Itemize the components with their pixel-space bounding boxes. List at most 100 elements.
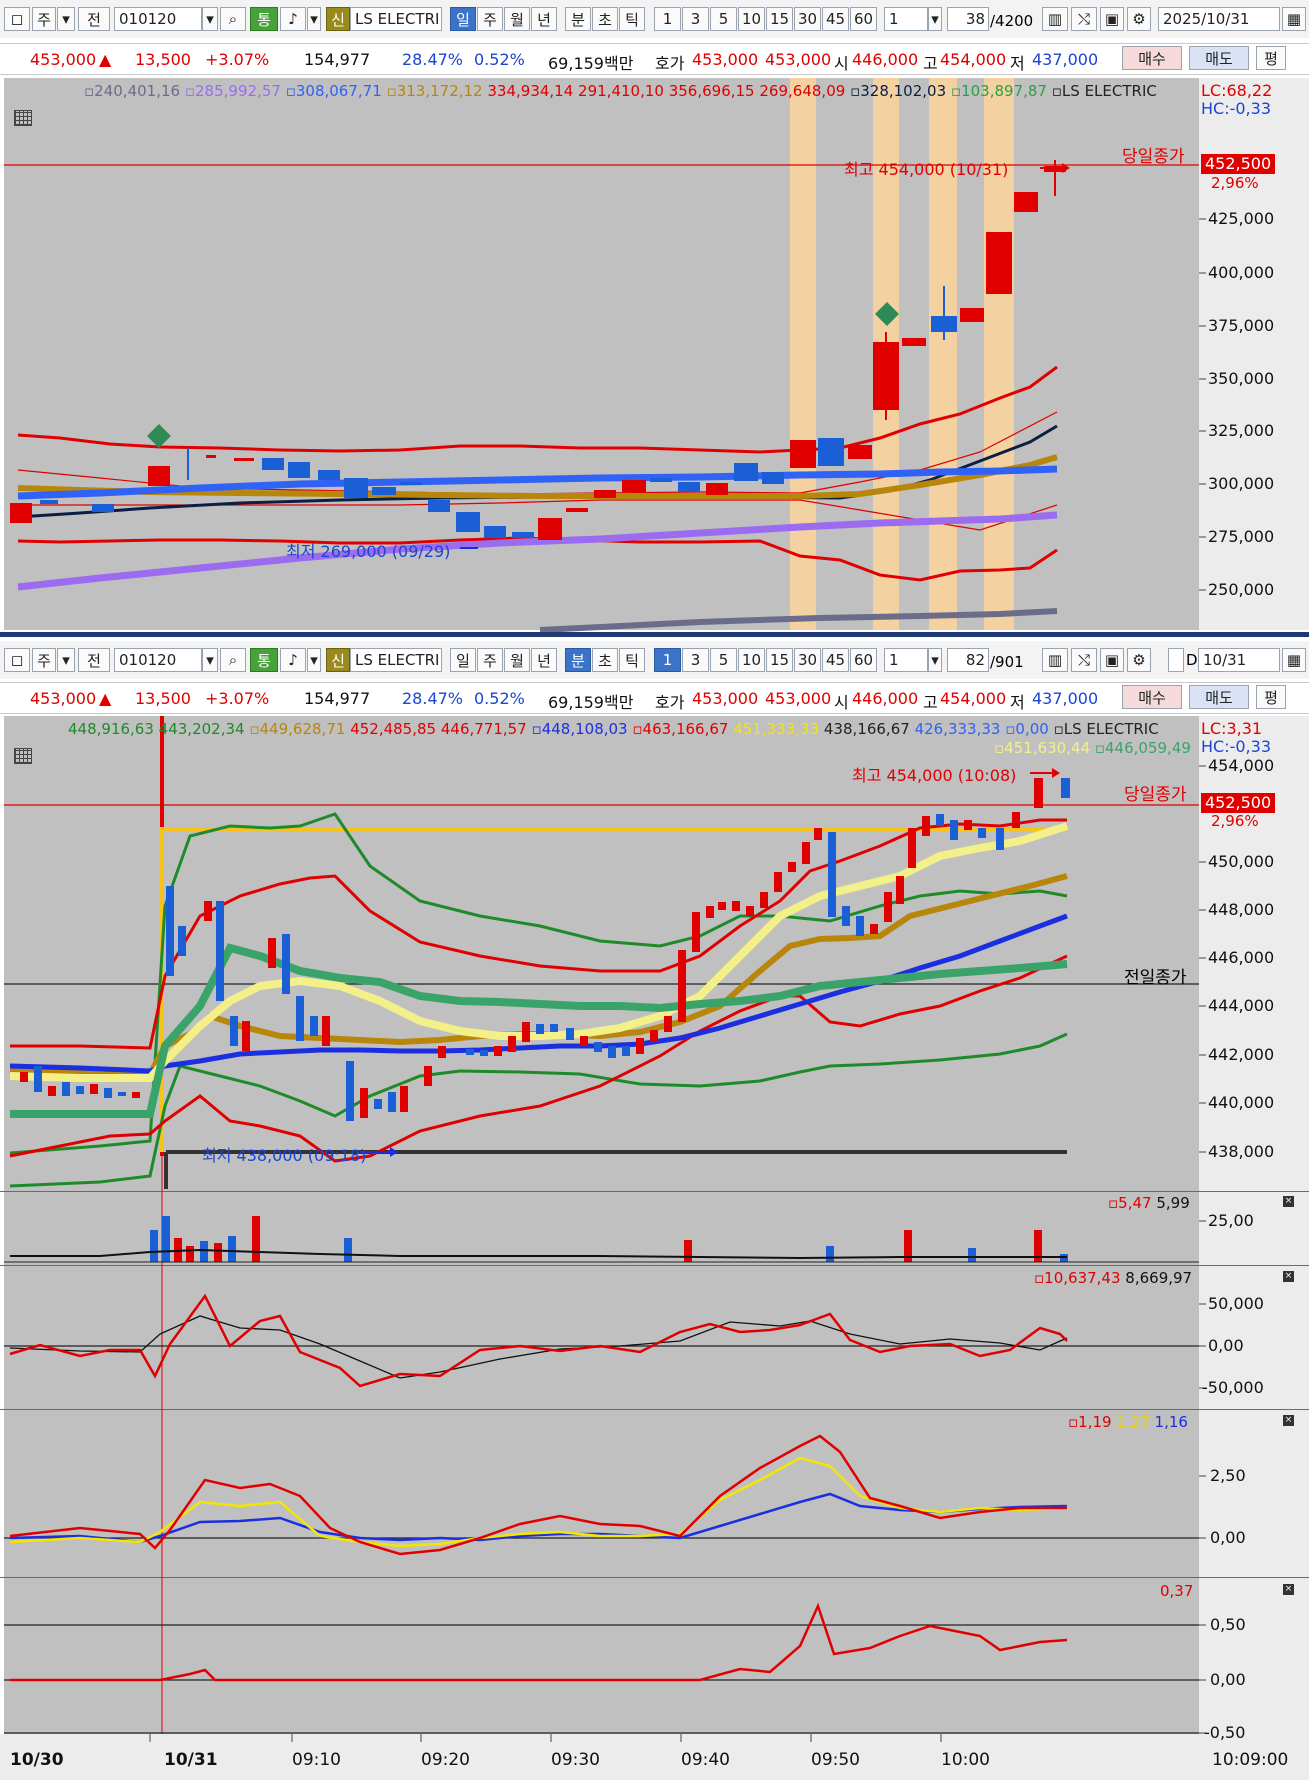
current-percent: 2,96% <box>1211 812 1259 830</box>
close-icon[interactable]: × <box>1283 1271 1294 1282</box>
y-tick-label: 250,000 <box>1208 580 1275 599</box>
legend-value: 5,47 <box>1118 1194 1152 1212</box>
current-price-tag: 452,500 <box>1201 154 1276 174</box>
open-label: 시 <box>834 693 849 712</box>
y-tick-label: 440,000 <box>1208 1093 1275 1112</box>
count-current-field[interactable]: 82 <box>947 648 989 672</box>
current-percent: 2,96% <box>1211 174 1259 192</box>
shin-button[interactable]: 신 <box>326 648 350 672</box>
y-tick-label: 0,00 <box>1210 1528 1246 1547</box>
search-icon[interactable]: ⌕ <box>220 648 246 672</box>
legend-value: 426,333,33 <box>914 720 1001 738</box>
period-second-button[interactable]: 초 <box>592 648 618 672</box>
legend-value: 449,628,71 <box>259 720 346 738</box>
minute-legend-secondary: ▫451,630,44 ▫446,059,49 <box>994 739 1191 757</box>
interval-5-button[interactable]: 5 <box>710 648 737 672</box>
period-day-button[interactable]: 일 <box>450 648 476 672</box>
interval-45-button[interactable]: 45 <box>822 648 849 672</box>
code-dropdown-icon[interactable]: ▾ <box>202 648 218 672</box>
d-checkbox[interactable] <box>1168 648 1184 672</box>
y-tick-label: 438,000 <box>1208 1142 1275 1161</box>
legend-value: 438,166,67 <box>823 720 910 738</box>
ratio-value-1: 28.47% <box>402 689 464 708</box>
legend-item: ▫103,897,87 <box>950 82 1047 100</box>
y-tick-label: 0,50 <box>1210 1615 1246 1634</box>
legend-value: 240,401,16 <box>94 82 181 100</box>
close-label: 당일종가 <box>1122 147 1185 167</box>
minute-toolbar: ◻ 주 ▾ 전 010120 ▾ ⌕ 통 ♪ ▾ 신 LS ELECTRI 일 … <box>0 641 1309 679</box>
date-field[interactable]: 10/31 <box>1198 648 1280 672</box>
legend-value: 451,333,33 <box>733 720 820 738</box>
panel-divider[interactable] <box>0 632 1309 637</box>
legend-value: 5,99 <box>1156 1194 1190 1212</box>
avg-button[interactable]: 평 <box>1256 685 1286 709</box>
legend-value: 0,37 <box>1160 1582 1194 1600</box>
interval-15-button[interactable]: 15 <box>766 648 793 672</box>
high-price: 454,000 <box>940 689 1007 708</box>
chevron-down-icon[interactable]: ▾ <box>57 648 75 672</box>
period-minute-button[interactable]: 분 <box>565 648 591 672</box>
period-year-button[interactable]: 년 <box>531 648 557 672</box>
calendar-icon[interactable]: ▦ <box>1282 648 1306 672</box>
gear-icon[interactable]: ⚙ <box>1127 648 1151 672</box>
close-icon[interactable]: × <box>1283 1584 1294 1595</box>
daily-candles <box>10 160 1066 540</box>
speaker-icon[interactable]: ♪ <box>280 648 306 672</box>
period-tick-button[interactable]: 틱 <box>619 648 645 672</box>
close-icon[interactable]: × <box>1283 1415 1294 1426</box>
legend-value: 463,166,67 <box>642 720 729 738</box>
bars-icon[interactable]: ▥ <box>1042 648 1068 672</box>
interval-3-button[interactable]: 3 <box>682 648 709 672</box>
save-icon[interactable]: ▣ <box>1100 648 1124 672</box>
current-price: 453,000 <box>30 689 97 708</box>
legend-value: 1,27 <box>1116 1413 1150 1431</box>
lc-value: LC:68,22 <box>1201 81 1273 100</box>
window-icon[interactable]: ◻ <box>4 648 30 672</box>
legend-item: ▫LS ELECTRIC <box>1051 82 1157 100</box>
code-input[interactable]: 010120 <box>114 648 202 672</box>
x-tick-label: 09:10 <box>292 1750 341 1770</box>
sell-button[interactable]: 매도 <box>1189 685 1249 709</box>
buy-button[interactable]: 매수 <box>1122 685 1182 709</box>
close-icon[interactable]: × <box>1283 1196 1294 1207</box>
interval-10-button[interactable]: 10 <box>738 648 765 672</box>
open-price: 446,000 <box>852 689 919 708</box>
legend-value: 446,059,49 <box>1105 739 1191 757</box>
speaker-dropdown-icon[interactable]: ▾ <box>307 648 321 672</box>
line-tool-icon[interactable]: ⤭ <box>1071 648 1097 672</box>
y-tick-label: 0,00 <box>1208 1336 1244 1355</box>
y-tick-label: 350,000 <box>1208 369 1275 388</box>
minute-legend: 448,916,63 443,202,34 ▫449,628,71 452,48… <box>68 720 1159 738</box>
macd-legend: ▫10,637,43 8,669,97 <box>1034 1269 1193 1287</box>
period-type-button[interactable]: 주 <box>32 648 56 672</box>
legend-value: 334,934,14 <box>487 82 574 100</box>
period-month-button[interactable]: 월 <box>504 648 530 672</box>
y-tick-label: -50,000 <box>1202 1378 1264 1397</box>
y-tick-label: 25,00 <box>1208 1211 1254 1230</box>
max-label: 최고 454,000 (10:08) <box>852 766 1017 785</box>
high-label: 고 <box>923 693 938 712</box>
tong-button[interactable]: 통 <box>250 648 278 672</box>
multiplier-dropdown-icon[interactable]: ▾ <box>928 648 942 672</box>
max-label: 최고 454,000 (10/31) <box>844 160 1009 179</box>
x-tick-label: 10:00 <box>941 1750 990 1770</box>
lc-value: LC:3,31 <box>1201 719 1263 738</box>
x-tick-label: 09:20 <box>421 1750 470 1770</box>
volume-value: 154,977 <box>304 689 371 708</box>
low-price: 437,000 <box>1032 689 1099 708</box>
y-tick-label: 442,000 <box>1208 1045 1275 1064</box>
interval-60-button[interactable]: 60 <box>850 648 877 672</box>
interval-1-button[interactable]: 1 <box>654 648 681 672</box>
low-label: 저 <box>1010 693 1025 712</box>
change-arrow: ▲ <box>99 689 112 708</box>
period-week-button[interactable]: 주 <box>477 648 503 672</box>
change-percent: +3.07% <box>205 689 270 708</box>
multiplier-field[interactable]: 1 <box>884 648 928 672</box>
stock-name-field[interactable]: LS ELECTRI <box>350 648 442 672</box>
ask-price: 453,000 <box>692 689 759 708</box>
interval-30-button[interactable]: 30 <box>794 648 821 672</box>
count-total: /901 <box>990 653 1024 671</box>
prev-button[interactable]: 전 <box>78 648 110 672</box>
legend-value: 308,067,71 <box>295 82 382 100</box>
legend-value: 356,696,15 <box>668 82 755 100</box>
